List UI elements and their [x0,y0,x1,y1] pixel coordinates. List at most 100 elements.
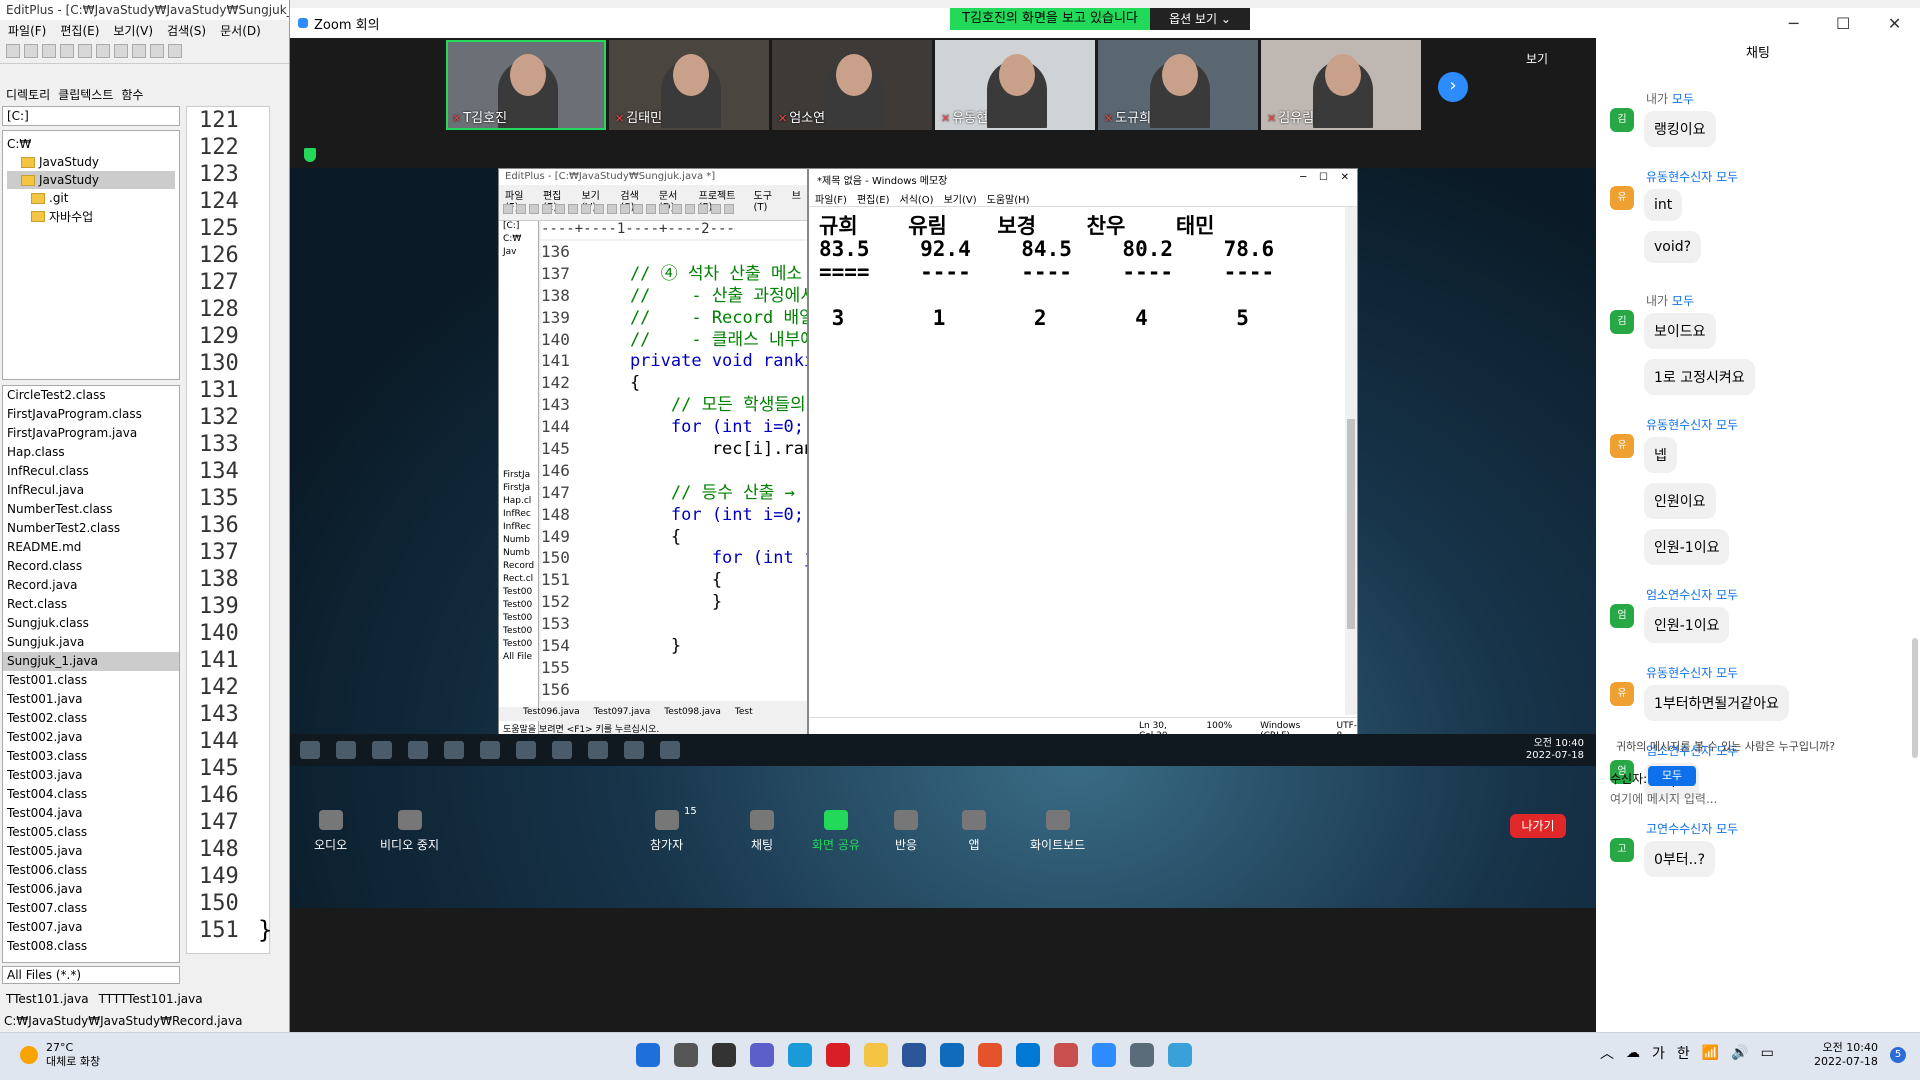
chat-input[interactable]: 여기에 메시지 입력... [1610,790,1717,807]
sidebar-item[interactable]: C:₩ [499,234,538,247]
file-list-item[interactable]: Test008.class [3,937,179,956]
menu-item[interactable]: 보기(V) [581,187,611,213]
netflix-icon[interactable] [826,1043,850,1067]
participant-video[interactable]: ✕ 엄소연 [772,40,932,130]
store-icon[interactable] [902,1043,926,1067]
file-list-item[interactable]: Test007.class [3,899,179,918]
maximize-icon[interactable]: ☐ [1836,14,1850,33]
file-list-item[interactable]: Test001.class [3,671,179,690]
menu-item[interactable]: 서식(O) [900,191,934,206]
settings-icon[interactable] [1130,1043,1154,1067]
sidebar-item[interactable]: Test00 [499,626,538,639]
file-list-item[interactable]: Sungjuk_1.java [3,652,179,671]
sidebar-item[interactable]: InfRec [499,509,538,522]
file-explorer-icon[interactable] [864,1043,888,1067]
security-shield-icon[interactable] [304,148,316,162]
tree-item[interactable]: C:₩ [7,135,175,153]
chat-button[interactable]: 채팅 [750,810,774,853]
menu-item[interactable]: 검색(S) [620,187,650,213]
file-list-item[interactable]: InfRecul.java [3,481,179,500]
menu-item[interactable]: 프로젝트(P) [699,187,745,213]
file-list-item[interactable]: Test006.java [3,880,179,899]
audio-button[interactable]: 오디오 [314,810,347,853]
tree-item[interactable]: .git [7,189,175,207]
chevron-up-icon[interactable]: ︿ [1600,1043,1614,1063]
recipient-select[interactable]: 모두 [1648,766,1696,786]
menu-item[interactable]: 편집(E) [543,187,572,213]
participant-video[interactable]: ✕ 김유림 [1261,40,1421,130]
code-editor[interactable]: 136 137 // ④ 석차 산출 메소 138 // - 산출 과정에서 139 … [541,241,807,701]
tree-item[interactable]: JavaStudy [7,171,175,189]
video-button[interactable]: 비디오 중지 [380,810,439,853]
open-icon[interactable] [24,44,38,58]
file-list-item[interactable]: Test005.class [3,823,179,842]
menu-item[interactable]: 브 [792,187,801,202]
search-icon[interactable] [674,1043,698,1067]
file-list-item[interactable]: Hap.class [3,443,179,462]
copy-icon[interactable] [132,44,146,58]
menu-item[interactable]: 문서(D) [659,187,690,213]
side-tab[interactable]: 함수 [121,86,143,102]
editplus-icon[interactable] [1054,1043,1078,1067]
menu-item[interactable]: 편집(E) [857,191,890,206]
minimize-icon[interactable]: ─ [1789,14,1799,33]
file-list-item[interactable]: Test003.class [3,747,179,766]
sidebar-item[interactable]: Jav [499,247,538,260]
file-list-item[interactable]: Sungjuk.java [3,633,179,652]
file-list-item[interactable]: Sungjuk.class [3,614,179,633]
menu-item[interactable]: 파일(F) [8,22,46,38]
view-button[interactable]: 보기 [1526,50,1548,67]
chat-scrollbar[interactable] [1912,638,1918,758]
file-filter-select[interactable]: All Files (*.*) [2,966,180,984]
side-tab[interactable]: 디렉토리 [6,86,50,102]
menu-item[interactable]: 보기(V) [944,191,977,206]
app-icon[interactable] [1168,1043,1192,1067]
file-tab[interactable]: Test [735,707,753,721]
notepad-scroll-thumb[interactable] [1347,419,1355,629]
participant-video[interactable]: ✕ 유동현 [935,40,1095,130]
file-list-item[interactable]: Test007.java [3,918,179,937]
file-list-item[interactable]: README.md [3,538,179,557]
menu-item[interactable]: 도구(T) [754,187,783,213]
sidebar-item[interactable]: Rect.cl [499,574,538,587]
file-tab[interactable]: TTTTTest101.java [99,992,203,1008]
sidebar-item[interactable]: Hap.cl [499,496,538,509]
view-options-button[interactable]: 옵션 보기 ⌄ [1150,8,1250,30]
reactions-button[interactable]: 반응 [894,810,918,853]
leave-button[interactable]: 나가기 [1510,814,1566,838]
file-list-item[interactable]: FirstJavaProgram.class [3,405,179,424]
save-all-icon[interactable] [60,44,74,58]
task-view-icon[interactable] [712,1043,736,1067]
participant-video[interactable]: ✕ 도규희 [1098,40,1258,130]
side-tab[interactable]: 클립텍스트 [58,86,113,102]
taskbar-clock[interactable]: 오전 10:40 2022-07-18 [1814,1041,1878,1069]
menu-item[interactable]: 편집(E) [60,22,99,38]
sidebar-item[interactable]: All File [499,652,538,665]
file-list-item[interactable]: Test002.java [3,728,179,747]
menu-item[interactable]: 검색(S) [167,22,206,38]
file-list-item[interactable]: NumberTest2.class [3,519,179,538]
battery-icon[interactable]: ▭ [1761,1045,1774,1061]
ime-lang[interactable]: 한 [1677,1043,1690,1063]
menu-item[interactable]: 보기(V) [113,22,153,38]
zoom-icon[interactable] [1092,1043,1116,1067]
cut-icon[interactable] [114,44,128,58]
file-list-item[interactable]: Test002.class [3,709,179,728]
sidebar-item[interactable]: Test00 [499,639,538,652]
sidebar-item[interactable]: Test00 [499,587,538,600]
sidebar-item[interactable]: FirstJa [499,483,538,496]
menu-item[interactable]: 문서(D) [220,22,261,38]
participant-video[interactable]: ✕ T김호진 [446,40,606,130]
tree-item[interactable]: JavaStudy [7,153,175,171]
sidebar-item[interactable]: Test00 [499,600,538,613]
menu-item[interactable]: 파일(F) [505,187,534,213]
file-list-item[interactable]: Test005.java [3,842,179,861]
whiteboard-button[interactable]: 화이트보드 [1030,810,1085,853]
weather-widget[interactable]: 27°C 대체로 화창 [20,1041,100,1069]
file-list-item[interactable]: Record.java [3,576,179,595]
new-file-icon[interactable] [6,44,20,58]
notepad-text[interactable]: 규희 유림 보경 찬우 태민 83.5 92.4 84.5 80.2 78.6 … [819,215,1319,695]
edge-icon[interactable] [788,1043,812,1067]
volume-icon[interactable]: 🔊 [1731,1045,1748,1061]
file-list-item[interactable]: Test004.java [3,804,179,823]
